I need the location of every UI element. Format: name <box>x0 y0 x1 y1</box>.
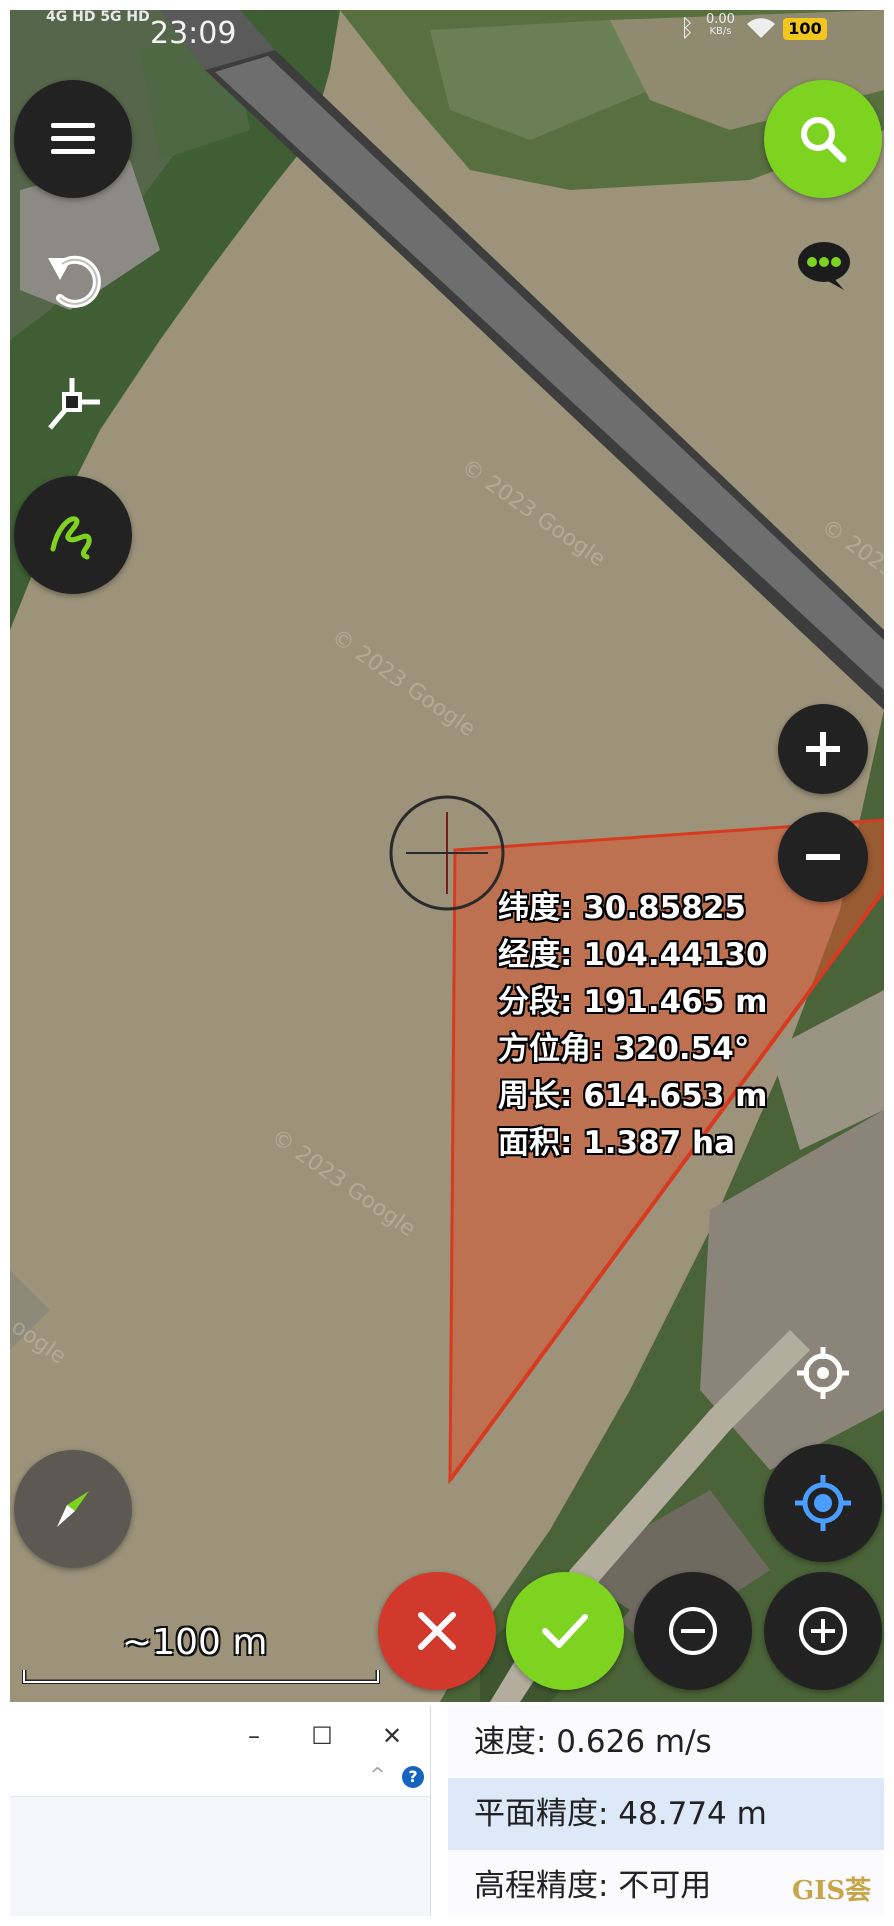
add-vertex-button[interactable] <box>36 366 112 442</box>
plus-circle-icon <box>799 1607 847 1655</box>
chat-button[interactable] <box>794 238 854 294</box>
window-titlebar: – ☐ ✕ ^ ? <box>10 1706 430 1797</box>
longitude-readout: 经度: 104.44130 <box>498 937 768 973</box>
search-button[interactable] <box>764 80 882 198</box>
plus-icon <box>806 732 840 766</box>
compass-button[interactable] <box>14 1450 132 1568</box>
remove-point-button[interactable] <box>634 1572 752 1690</box>
confirm-button[interactable] <box>506 1572 624 1690</box>
bluetooth-icon: ᛒ <box>680 14 695 42</box>
add-vertex-icon <box>48 378 100 430</box>
collapse-icon[interactable]: ^ <box>370 1764 385 1785</box>
minus-icon <box>806 854 840 860</box>
help-icon[interactable]: ? <box>402 1766 424 1788</box>
perimeter-readout: 周长: 614.653 m <box>498 1078 768 1114</box>
crosshair-icon <box>797 1347 849 1399</box>
scale-bar <box>22 1670 380 1684</box>
latitude-readout: 纬度: 30.85825 <box>498 890 746 926</box>
freehand-draw-button[interactable] <box>14 476 132 594</box>
zoom-in-button[interactable] <box>778 704 868 794</box>
my-location-button[interactable] <box>764 1444 882 1562</box>
segment-readout: 分段: 191.465 m <box>498 984 768 1020</box>
area-readout: 面积: 1.387 ha <box>498 1125 736 1161</box>
menu-button[interactable] <box>14 80 132 198</box>
measurement-info: 纬度: 30.85825 经度: 104.44130 分段: 191.465 m… <box>498 885 768 1167</box>
minus-circle-icon <box>669 1607 717 1655</box>
minimize-button[interactable]: – <box>234 1722 274 1750</box>
add-point-button[interactable] <box>764 1572 882 1690</box>
menu-icon <box>51 123 95 154</box>
watermark-logo: GIS荟 <box>792 1876 872 1906</box>
chat-icon <box>798 242 850 290</box>
clock: 23:09 <box>150 16 237 51</box>
speed-value: 0.00 <box>706 12 735 27</box>
status-bar: 4G HD 5G HD 23:09 ᛒ 0.00 KB/s 100 <box>0 0 874 54</box>
speed-unit: KB/s <box>709 26 732 37</box>
crosshair-reticle <box>388 794 506 912</box>
battery-indicator: 100 <box>783 18 827 40</box>
close-icon <box>418 1612 456 1650</box>
speed-stat: 速度: 0.626 m/s <box>474 1724 712 1760</box>
undo-icon <box>48 255 101 308</box>
network-indicator: 4G HD 5G HD <box>46 9 150 25</box>
search-icon <box>801 117 847 163</box>
freehand-icon <box>50 516 92 560</box>
close-window-button[interactable]: ✕ <box>372 1722 412 1750</box>
scale-label: ~100 m <box>122 1622 268 1663</box>
my-location-icon <box>795 1475 851 1531</box>
compass-icon <box>57 1491 89 1527</box>
cancel-button[interactable] <box>378 1572 496 1690</box>
maximize-button[interactable]: ☐ <box>302 1722 342 1750</box>
crosshair-button[interactable] <box>790 1340 856 1406</box>
map-view[interactable]: © 2023 Google © 2023 Google © 2023 Googl… <box>10 10 884 1702</box>
horizontal-accuracy-stat: 平面精度: 48.774 m <box>448 1778 884 1850</box>
zoom-out-button[interactable] <box>778 812 868 902</box>
check-icon <box>542 1614 588 1648</box>
window-panel: – ☐ ✕ ^ ? <box>10 1706 431 1916</box>
azimuth-readout: 方位角: 320.54° <box>498 1031 750 1067</box>
wifi-icon <box>747 18 775 38</box>
undo-button[interactable] <box>36 244 112 320</box>
network-speed: 0.00 KB/s <box>706 12 735 38</box>
